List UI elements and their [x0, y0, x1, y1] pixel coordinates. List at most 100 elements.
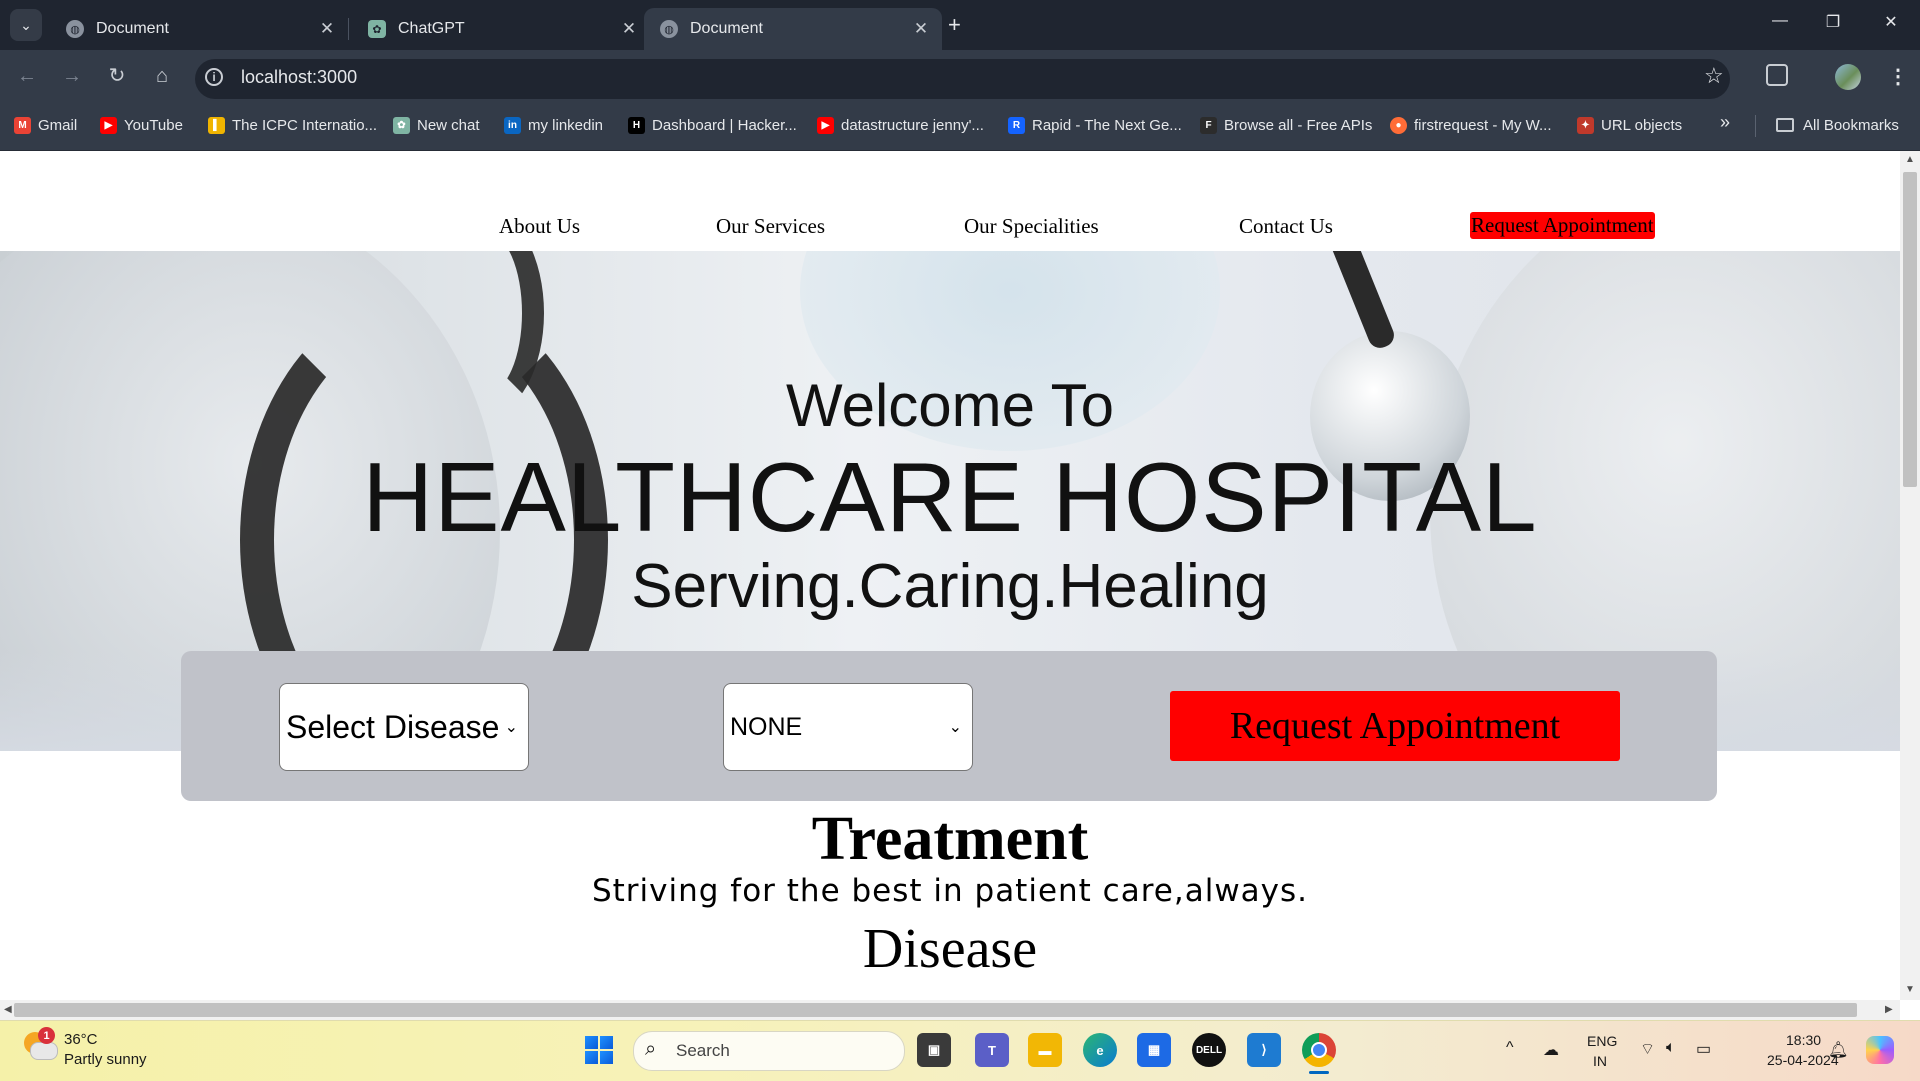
more-bookmarks-icon[interactable]: » — [1720, 112, 1730, 133]
tab-document-2[interactable]: ◍ Document ✕ — [644, 8, 942, 50]
bookmark-linkedin[interactable]: in my linkedin — [504, 113, 603, 137]
bookmark-label: URL objects — [1601, 116, 1683, 134]
close-window-button[interactable]: ✕ — [1876, 12, 1906, 32]
battery-icon[interactable]: ▭ — [1696, 1039, 1711, 1059]
nav-about-us[interactable]: About Us — [499, 214, 580, 239]
active-app-indicator — [1309, 1071, 1329, 1074]
wifi-icon[interactable]: ⌔ — [1640, 1039, 1655, 1059]
site-info-icon[interactable]: i — [205, 68, 223, 86]
clock-time[interactable]: 18:30 — [1786, 1032, 1821, 1048]
request-appointment-button[interactable]: Request Appointment — [1170, 691, 1620, 761]
tab-document-1[interactable]: ◍ Document ✕ — [50, 8, 348, 50]
vertical-scroll-thumb[interactable] — [1903, 172, 1917, 487]
file-explorer-icon[interactable]: ▬ — [1028, 1033, 1062, 1067]
profile-avatar[interactable] — [1835, 64, 1861, 90]
scroll-left-arrow-icon[interactable]: ◀ — [4, 1004, 12, 1015]
bookmark-gmail[interactable]: M Gmail — [14, 113, 77, 137]
hero-tagline: Serving.Caring.Healing — [631, 552, 1269, 621]
minimize-button[interactable]: — — [1765, 12, 1795, 30]
store-icon[interactable]: ▦ — [1137, 1033, 1171, 1067]
bookmark-star-icon[interactable]: ☆ — [1704, 63, 1724, 89]
page-viewport: About Us Our Services Our Specialities C… — [0, 151, 1900, 1000]
bookmark-label: Dashboard | Hacker... — [652, 116, 797, 134]
address-text[interactable]: localhost:3000 — [241, 67, 357, 88]
tab-search-button[interactable]: ⌄ — [10, 9, 42, 41]
folder-icon — [1776, 118, 1794, 132]
weather-description[interactable]: Partly sunny — [64, 1051, 147, 1068]
language-bottom[interactable]: IN — [1593, 1053, 1607, 1069]
close-icon[interactable]: ✕ — [618, 19, 640, 39]
bookmark-label: Gmail — [38, 116, 78, 134]
tab-title: Document — [96, 20, 169, 37]
task-view-icon[interactable]: ▣ — [917, 1033, 951, 1067]
teams-icon[interactable]: T — [975, 1033, 1009, 1067]
scroll-up-arrow-icon[interactable]: ▲ — [1905, 154, 1915, 165]
nav-request-appointment-button[interactable]: Request Appointment — [1470, 212, 1655, 239]
notification-bell-icon[interactable]: 🔔︎ — [1828, 1040, 1848, 1060]
search-placeholder[interactable]: Search — [676, 1041, 730, 1061]
chevron-down-icon: ⌄ — [504, 719, 518, 736]
vscode-icon[interactable]: ⟩ — [1247, 1033, 1281, 1067]
chrome-center — [1311, 1042, 1327, 1058]
bookmark-label: The ICPC Internatio... — [232, 116, 378, 134]
nav-our-services[interactable]: Our Services — [716, 214, 825, 239]
hero-title: HEALTHCARE HOSPITAL — [362, 442, 1538, 552]
chevron-down-icon: ⌄ — [948, 719, 962, 736]
taskbar — [0, 1020, 1920, 1081]
bookmark-firstrequest[interactable]: ● firstrequest - My W... — [1390, 113, 1552, 137]
chatgpt-icon: ✿ — [393, 116, 410, 134]
restore-button[interactable]: ❐ — [1818, 12, 1848, 32]
bookmark-label: Rapid - The Next Ge... — [1032, 116, 1182, 134]
scroll-right-arrow-icon[interactable]: ▶ — [1885, 1004, 1893, 1015]
tab-title: ChatGPT — [398, 20, 465, 37]
weather-temperature[interactable]: 36°C — [64, 1031, 98, 1048]
cloud-shape — [30, 1042, 58, 1060]
bookmark-rapid[interactable]: R Rapid - The Next Ge... — [1008, 113, 1182, 137]
bookmark-url-objects[interactable]: ✦ URL objects — [1577, 113, 1682, 137]
secondary-select[interactable]: NONE ⌄ — [723, 683, 973, 771]
disease-select-value: Select Disease — [286, 708, 500, 745]
address-bar[interactable] — [195, 59, 1730, 99]
horizontal-scroll-thumb[interactable] — [14, 1003, 1857, 1017]
language-top[interactable]: ENG — [1587, 1033, 1617, 1049]
forward-arrow-icon[interactable]: → — [57, 62, 87, 90]
nav-contact-us[interactable]: Contact Us — [1239, 214, 1333, 239]
copilot-icon[interactable] — [1866, 1036, 1894, 1064]
postman-icon: ● — [1390, 116, 1407, 134]
home-icon[interactable]: ⌂ — [147, 62, 177, 90]
menu-kebab-icon[interactable]: ⋮ — [1888, 64, 1908, 89]
all-bookmarks-button[interactable]: All Bookmarks — [1776, 113, 1899, 137]
taskbar-search-box[interactable] — [633, 1031, 905, 1071]
bookmark-label: firstrequest - My W... — [1414, 116, 1552, 134]
extensions-icon[interactable] — [1766, 64, 1788, 86]
treatment-subtitle: Striving for the best in patient care,al… — [591, 873, 1309, 909]
close-icon[interactable]: ✕ — [910, 19, 932, 39]
chrome-icon[interactable] — [1302, 1033, 1336, 1067]
bookmark-hackerrank[interactable]: H Dashboard | Hacker... — [628, 113, 797, 137]
globe-icon: ◍ — [660, 20, 678, 38]
volume-icon[interactable]: 🔈︎ — [1666, 1039, 1676, 1057]
edge-icon[interactable]: e — [1083, 1033, 1117, 1067]
scroll-down-arrow-icon[interactable]: ▼ — [1905, 984, 1915, 995]
reload-icon[interactable]: ↻ — [102, 62, 132, 90]
bookmark-datastructure[interactable]: ▶ datastructure jenny'... — [817, 113, 984, 137]
bookmark-new-chat[interactable]: ✿ New chat — [393, 113, 480, 137]
onedrive-icon[interactable]: ☁ — [1543, 1040, 1559, 1060]
new-tab-button[interactable]: + — [948, 12, 961, 38]
dell-icon[interactable]: DELL — [1192, 1033, 1226, 1067]
close-icon[interactable]: ✕ — [316, 19, 338, 39]
weather-notification-badge: 1 — [38, 1027, 55, 1044]
bookmark-label: New chat — [417, 116, 480, 134]
disease-select[interactable]: Select Disease ⌄ — [279, 683, 529, 771]
bookmark-label: my linkedin — [528, 116, 604, 134]
bookmark-icpc[interactable]: ▌ The ICPC Internatio... — [208, 113, 377, 137]
bookmark-youtube[interactable]: ▶ YouTube — [100, 113, 183, 137]
nav-our-specialities[interactable]: Our Specialities — [964, 214, 1099, 239]
back-arrow-icon[interactable]: ← — [12, 62, 42, 90]
tab-chatgpt[interactable]: ✿ ChatGPT ✕ — [352, 8, 650, 50]
windows-start-icon[interactable] — [585, 1036, 613, 1064]
secondary-select-value: NONE — [730, 712, 803, 741]
show-hidden-icons-chevron-icon[interactable]: ^ — [1506, 1039, 1514, 1057]
youtube-icon: ▶ — [100, 116, 117, 134]
bookmark-free-apis[interactable]: F Browse all - Free APIs — [1200, 113, 1372, 137]
